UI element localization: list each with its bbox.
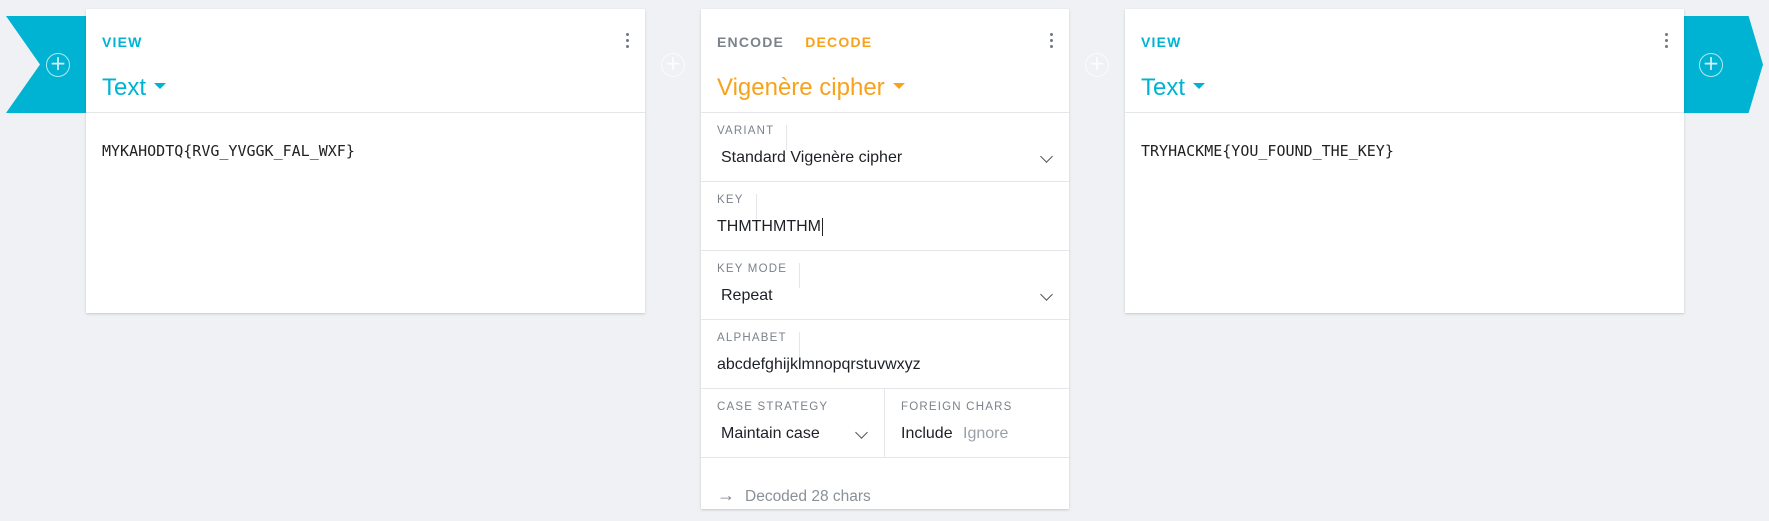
- field-label: ALPHABET: [717, 332, 800, 357]
- status-text: Decoded 28 chars: [745, 488, 871, 505]
- add-step-icon[interactable]: +: [1699, 53, 1723, 77]
- key-field[interactable]: KEY THMTHMTHM: [701, 182, 1069, 251]
- view-format-dropdown[interactable]: Text: [1141, 74, 1206, 102]
- variant-field[interactable]: VARIANT Standard Vigenère cipher: [701, 113, 1069, 182]
- input-text-area[interactable]: MYKAHODTQ{RVG_YVGGK_FAL_WXF}: [102, 142, 355, 160]
- field-label: KEY MODE: [717, 263, 801, 288]
- case-strategy-field[interactable]: CASE STRATEGY Maintain case: [701, 389, 885, 458]
- arrow-right-icon: →: [717, 485, 735, 505]
- tab-encode[interactable]: ENCODE: [717, 34, 784, 50]
- more-vert-icon[interactable]: [1047, 33, 1055, 51]
- chevron-down-icon: [855, 426, 868, 439]
- status-footer: → Decoded 28 chars: [717, 485, 871, 506]
- more-vert-icon[interactable]: [623, 33, 631, 51]
- cipher-name: Vigenère cipher: [717, 74, 885, 101]
- tab-view[interactable]: VIEW: [102, 34, 143, 50]
- caret-down-icon: [1193, 82, 1206, 89]
- caret-down-icon: [892, 82, 905, 89]
- key-input[interactable]: THMTHMTHM: [717, 218, 823, 236]
- input-view-card: VIEW Text MYKAHODTQ{RVG_YVGGK_FAL_WXF}: [86, 9, 645, 313]
- card-header: ENCODE DECODE Vigenère cipher: [701, 9, 1069, 113]
- view-format-label: Text: [1141, 74, 1186, 101]
- cipher-card: ENCODE DECODE Vigenère cipher VARIANT St…: [701, 9, 1069, 509]
- tab-view[interactable]: VIEW: [1141, 34, 1182, 50]
- add-step-icon[interactable]: +: [661, 53, 685, 77]
- field-label: FOREIGN CHARS: [901, 401, 1013, 413]
- view-format-dropdown[interactable]: Text: [102, 74, 167, 102]
- card-header: VIEW Text: [86, 9, 645, 113]
- foreign-chars-include[interactable]: Include: [901, 425, 953, 443]
- field-label: VARIANT: [717, 125, 788, 150]
- foreign-chars-field: FOREIGN CHARS Include Ignore: [885, 389, 1069, 458]
- view-format-label: Text: [102, 74, 147, 101]
- caret-down-icon: [154, 82, 167, 89]
- output-view-card: VIEW Text TRYHACKME{YOU_FOUND_THE_KEY}: [1125, 9, 1684, 313]
- add-step-icon[interactable]: +: [1085, 53, 1109, 77]
- output-text-area[interactable]: TRYHACKME{YOU_FOUND_THE_KEY}: [1141, 142, 1394, 160]
- foreign-chars-ignore[interactable]: Ignore: [963, 425, 1008, 443]
- cipher-select-dropdown[interactable]: Vigenère cipher: [717, 74, 905, 102]
- field-label: CASE STRATEGY: [717, 401, 829, 413]
- pipeline-band-end: [1683, 16, 1763, 113]
- case-strategy-select[interactable]: Maintain case: [721, 425, 820, 443]
- more-vert-icon[interactable]: [1662, 33, 1670, 51]
- card-header: VIEW Text: [1125, 9, 1684, 113]
- field-label: KEY: [717, 194, 757, 219]
- chevron-down-icon: [1040, 150, 1053, 163]
- add-step-icon[interactable]: +: [46, 53, 70, 77]
- key-mode-select[interactable]: Repeat: [721, 287, 773, 305]
- tab-decode[interactable]: DECODE: [805, 34, 872, 50]
- chevron-down-icon: [1040, 288, 1053, 301]
- variant-select[interactable]: Standard Vigenère cipher: [721, 149, 902, 167]
- alphabet-field[interactable]: ALPHABET abcdefghijklmnopqrstuvwxyz: [701, 320, 1069, 389]
- key-mode-field[interactable]: KEY MODE Repeat: [701, 251, 1069, 320]
- options-row: CASE STRATEGY Maintain case FOREIGN CHAR…: [701, 389, 1069, 458]
- alphabet-input[interactable]: abcdefghijklmnopqrstuvwxyz: [717, 356, 921, 374]
